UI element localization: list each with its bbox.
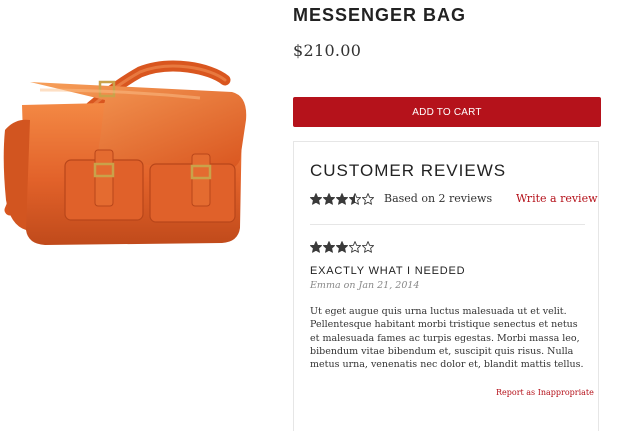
star-full-icon bbox=[336, 193, 348, 205]
review-summary-text: Based on 2 reviews bbox=[384, 192, 493, 205]
star-empty-icon bbox=[362, 241, 374, 253]
product-image bbox=[3, 60, 247, 245]
report-inappropriate-link[interactable]: Report as Inappropriate bbox=[496, 388, 594, 397]
review-on-text: on bbox=[343, 280, 356, 291]
write-review-link[interactable]: Write a review bbox=[516, 192, 598, 205]
star-full-icon bbox=[323, 241, 335, 253]
reviews-heading: CUSTOMER REVIEWS bbox=[310, 161, 507, 180]
star-empty-icon bbox=[349, 241, 361, 253]
star-empty-icon bbox=[362, 193, 374, 205]
star-full-icon bbox=[310, 241, 322, 253]
star-full-icon bbox=[310, 193, 322, 205]
product-title: MESSENGER BAG bbox=[293, 5, 467, 25]
average-rating-stars bbox=[310, 193, 374, 205]
review-meta: Emma on Jan 21, 2014 bbox=[310, 280, 419, 291]
customer-reviews-panel: CUSTOMER REVIEWS Based on 2 reviews Writ… bbox=[293, 141, 599, 431]
star-full-icon bbox=[323, 193, 335, 205]
review-date: Jan 21, 2014 bbox=[358, 280, 420, 291]
divider bbox=[310, 224, 585, 225]
star-full-icon bbox=[336, 241, 348, 253]
review-title: EXACTLY WHAT I NEEDED bbox=[310, 265, 466, 277]
review-author: Emma bbox=[310, 280, 341, 291]
product-price: $210.00 bbox=[293, 41, 362, 60]
review-rating-stars bbox=[310, 241, 374, 253]
add-to-cart-button[interactable]: ADD TO CART bbox=[293, 97, 601, 127]
review-body: Ut eget augue quis urna luctus malesuada… bbox=[310, 306, 584, 371]
star-half-icon bbox=[349, 193, 361, 205]
